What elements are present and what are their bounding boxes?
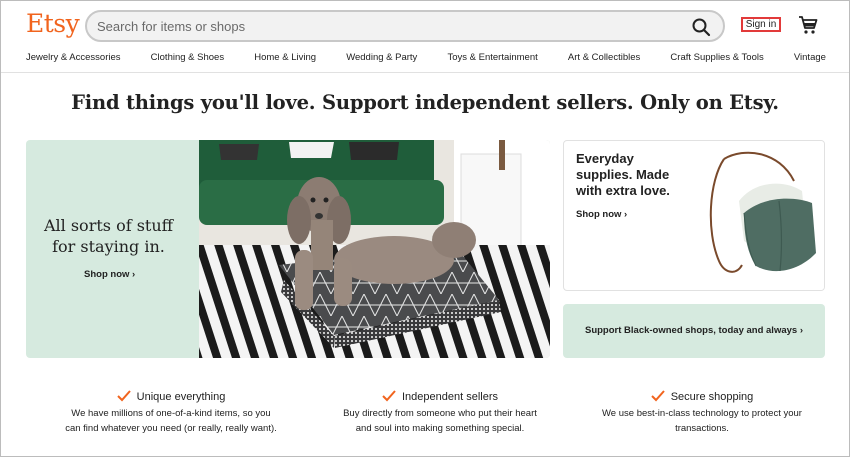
category-craft[interactable]: Craft Supplies & Tools	[670, 52, 763, 66]
header-divider	[1, 72, 849, 73]
category-toys[interactable]: Toys & Entertainment	[447, 52, 537, 66]
value-prop-unique: Unique everything We have millions of on…	[41, 390, 301, 436]
cart-icon[interactable]	[797, 14, 819, 36]
category-jewelry[interactable]: Jewelry & Accessories	[26, 52, 121, 66]
category-art[interactable]: Art & Collectibles	[568, 52, 640, 66]
category-vintage[interactable]: Vintage	[794, 52, 826, 66]
black-owned-shops-banner[interactable]: Support Black-owned shops, today and alw…	[563, 304, 825, 358]
hero-shop-now-link[interactable]: Shop now ›	[84, 269, 135, 280]
sign-in-button[interactable]: Sign in	[741, 17, 781, 32]
checkmark-icon	[116, 390, 131, 402]
side-shop-now-link[interactable]: Shop now ›	[576, 209, 627, 220]
etsy-logo[interactable]: Etsy	[26, 9, 80, 38]
value-prop-independent: Independent sellers Buy directly from so…	[310, 390, 570, 436]
checkmark-icon	[651, 390, 665, 402]
value-prop-title: Independent sellers	[401, 391, 498, 403]
face-mask-image	[684, 141, 824, 290]
category-clothing[interactable]: Clothing & Shoes	[151, 52, 224, 66]
value-prop-title: Unique everything	[136, 391, 226, 403]
value-prop-title: Secure shopping	[670, 391, 754, 403]
search-bar	[85, 10, 725, 42]
search-input[interactable]	[97, 17, 677, 35]
checkmark-icon	[382, 390, 396, 402]
category-nav: Jewelry & Accessories Clothing & Shoes H…	[26, 52, 826, 66]
search-icon[interactable]	[691, 17, 711, 37]
page-tagline: Find things you'll love. Support indepen…	[71, 91, 779, 114]
value-prop-description: Buy directly from someone who put their …	[343, 408, 537, 434]
hero-banner[interactable]: All sorts of stuff for staying in. Shop …	[26, 140, 550, 358]
value-prop-description: We have millions of one-of-a-kind items,…	[65, 408, 277, 434]
black-owned-shops-link[interactable]: Support Black-owned shops, today and alw…	[563, 325, 825, 336]
everyday-supplies-card[interactable]: Everyday supplies. Made with extra love.…	[563, 140, 825, 291]
value-prop-secure: Secure shopping We use best-in-class tec…	[572, 390, 832, 436]
value-prop-description: We use best-in-class technology to prote…	[602, 408, 802, 434]
category-wedding[interactable]: Wedding & Party	[346, 52, 417, 66]
dog-on-cushion-image	[199, 140, 550, 358]
hero-headline: All sorts of stuff for staying in.	[43, 216, 174, 256]
category-home[interactable]: Home & Living	[254, 52, 316, 66]
side-card-headline: Everyday supplies. Made with extra love.	[576, 151, 670, 198]
